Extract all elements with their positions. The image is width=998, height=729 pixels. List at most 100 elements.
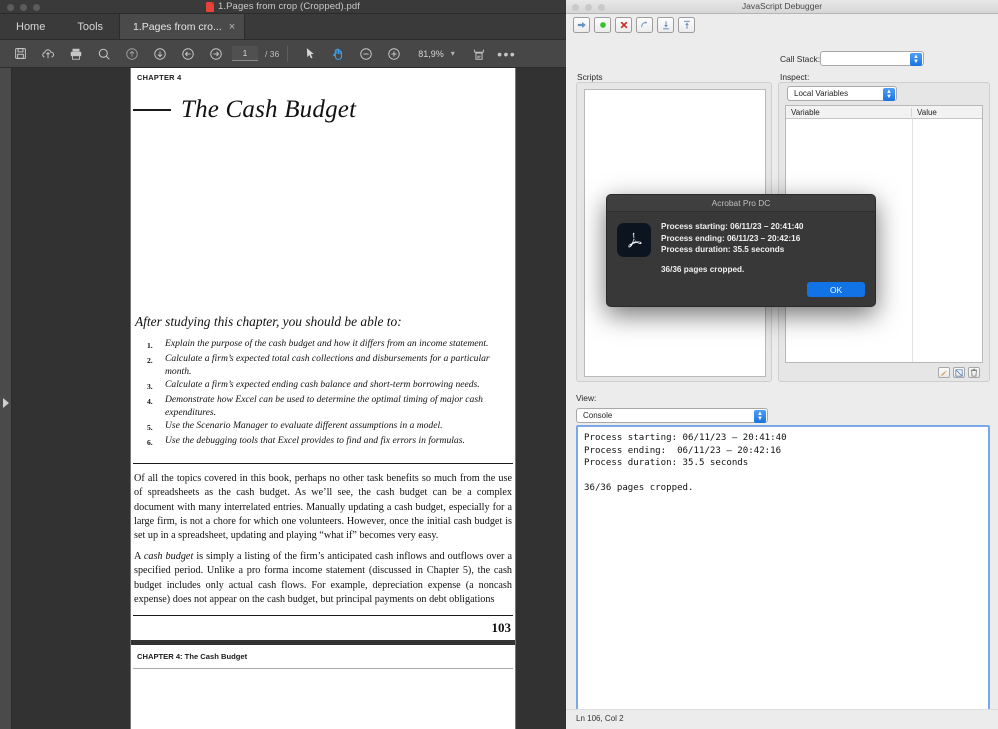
chapter-rule — [133, 109, 171, 111]
dialog-spacer — [661, 256, 803, 264]
list-item: 2. Calculate a firm’s expected total cas… — [133, 353, 513, 378]
debugger-statusbar: Ln 106, Col 2 — [566, 709, 998, 729]
expand-navigation-pane-icon[interactable] — [3, 398, 9, 408]
call-stack-select[interactable]: ▲▼ — [820, 51, 924, 66]
paragraph-2-pre: A — [134, 551, 144, 562]
pdf-page-viewport[interactable]: CHAPTER 4 The Cash Budget After studying… — [130, 68, 516, 729]
close-tab-icon[interactable]: × — [229, 21, 235, 33]
debugger-titlebar: JavaScript Debugger — [566, 0, 998, 14]
objective-number: 1. — [147, 338, 165, 352]
step-into-icon[interactable] — [573, 17, 590, 33]
paragraph-2-emphasis: cash budget — [144, 551, 193, 562]
javascript-debugger-window: JavaScript Debugger Scripts — [566, 0, 998, 729]
debugger-toolbar — [566, 14, 998, 36]
debugger-window-title: JavaScript Debugger — [566, 1, 998, 11]
zoom-out-icon[interactable] — [352, 41, 380, 67]
dialog-line-3: Process duration: 35.5 seconds — [661, 244, 803, 256]
menu-tools[interactable]: Tools — [61, 14, 119, 39]
stop-icon[interactable] — [615, 17, 632, 33]
inspect-action-buttons — [938, 367, 980, 378]
execute-icon[interactable] — [953, 367, 965, 378]
acrobat-document-area: CHAPTER 4 The Cash Budget After studying… — [0, 68, 566, 729]
objective-text: Use the Scenario Manager to evaluate dif… — [165, 420, 513, 434]
scripts-label: Scripts — [577, 72, 603, 82]
edit-pencil-icon[interactable] — [938, 367, 950, 378]
menu-home[interactable]: Home — [0, 14, 61, 39]
pdf-page-1: CHAPTER 4 The Cash Budget After studying… — [131, 68, 515, 640]
dialog-body: Process starting: 06/11/23 – 20:41:40 Pr… — [607, 212, 875, 275]
chevron-down-icon[interactable]: ▾ — [451, 49, 455, 58]
save-icon[interactable] — [6, 41, 34, 67]
search-icon[interactable] — [90, 41, 118, 67]
view-section: View: — [576, 393, 990, 403]
objective-text: Demonstrate how Excel can be used to det… — [165, 394, 513, 419]
next-page-icon[interactable] — [202, 41, 230, 67]
objective-number: 4. — [147, 394, 165, 419]
document-tab-label: 1.Pages from cro... — [133, 21, 222, 33]
fit-page-icon[interactable] — [465, 41, 493, 67]
console-output-text: Process starting: 06/11/23 — 20:41:40 Pr… — [584, 432, 982, 495]
call-stack-label: Call Stack: — [780, 54, 820, 64]
page-number-input[interactable]: 1 — [232, 46, 258, 61]
body-paragraph-2: A cash budget is simply a listing of the… — [133, 550, 513, 607]
chapter-title-row: The Cash Budget — [133, 96, 513, 124]
zoom-level-value[interactable]: 81,9% — [418, 49, 444, 59]
pdf-file-icon — [206, 2, 214, 12]
upload-cloud-icon[interactable] — [34, 41, 62, 67]
more-tools-icon[interactable]: ••• — [493, 41, 521, 67]
acrobat-window-title-text: 1.Pages from crop (Cropped).pdf — [218, 1, 360, 12]
dialog-line-1: Process starting: 06/11/23 – 20:41:40 — [661, 221, 803, 233]
page-total-label: / 36 — [265, 49, 279, 59]
toolbar-divider — [287, 46, 288, 62]
step-out-icon[interactable] — [678, 17, 695, 33]
inspect-scope-select[interactable]: Local Variables ▲▼ — [787, 86, 897, 101]
list-item: 6. Use the debugging tools that Excel pr… — [133, 435, 513, 449]
scroll-up-icon[interactable] — [118, 41, 146, 67]
objective-text: Calculate a firm’s expected total cash c… — [165, 353, 513, 378]
acrobat-toolbar: 1 / 36 — [0, 40, 566, 68]
list-item: 1. Explain the purpose of the cash budge… — [133, 338, 513, 352]
objectives-heading: After studying this chapter, you should … — [135, 314, 513, 330]
inspect-label: Inspect: — [780, 72, 809, 82]
variables-table-header: Variable Value — [786, 106, 982, 119]
trash-icon[interactable] — [968, 367, 980, 378]
scroll-down-icon[interactable] — [146, 41, 174, 67]
select-tool-icon[interactable] — [296, 41, 324, 67]
chevron-down-icon: ▲▼ — [910, 53, 922, 66]
screen-root: 1.Pages from crop (Cropped).pdf Home Too… — [0, 0, 998, 729]
acrobat-tabbar: Home Tools 1.Pages from cro... × — [0, 14, 566, 40]
print-icon[interactable] — [62, 41, 90, 67]
zoom-in-icon[interactable] — [380, 41, 408, 67]
column-header-variable: Variable — [786, 108, 912, 117]
objective-number: 2. — [147, 353, 165, 378]
column-header-value: Value — [912, 108, 937, 117]
view-select[interactable]: Console ▲▼ — [576, 408, 768, 423]
chevron-down-icon: ▲▼ — [754, 410, 766, 423]
chevron-down-icon: ▲▼ — [883, 88, 895, 101]
run-icon[interactable] — [594, 17, 611, 33]
list-item: 4. Demonstrate how Excel can be used to … — [133, 394, 513, 419]
more-tools-dots: ••• — [497, 49, 516, 59]
objective-text: Calculate a firm’s expected ending cash … — [165, 379, 513, 393]
hand-tool-icon[interactable] — [324, 41, 352, 67]
console-output-area[interactable]: Process starting: 06/11/23 — 20:41:40 Pr… — [576, 425, 990, 729]
step-over-icon[interactable] — [636, 17, 653, 33]
list-item: 5. Use the Scenario Manager to evaluate … — [133, 420, 513, 434]
body-divider — [133, 463, 513, 464]
navigation-pane-rail[interactable] — [0, 68, 12, 729]
dialog-line-2: Process ending: 06/11/23 – 20:42:16 — [661, 233, 803, 245]
cursor-position-status: Ln 106, Col 2 — [576, 714, 624, 723]
step-in-icon[interactable] — [657, 17, 674, 33]
objective-number: 6. — [147, 435, 165, 449]
ok-button[interactable]: OK — [807, 282, 865, 297]
previous-page-icon[interactable] — [174, 41, 202, 67]
dialog-title: Acrobat Pro DC — [712, 198, 771, 208]
dialog-line-4: 36/36 pages cropped. — [661, 264, 803, 276]
page-whitespace — [133, 124, 513, 314]
objective-number: 5. — [147, 420, 165, 434]
document-tab[interactable]: 1.Pages from cro... × — [119, 14, 245, 39]
variables-column-divider — [912, 119, 913, 362]
acrobat-icon — [617, 223, 651, 257]
chapter-kicker: CHAPTER 4 — [133, 68, 513, 82]
body-paragraph-1: Of all the topics covered in this book, … — [133, 472, 513, 543]
